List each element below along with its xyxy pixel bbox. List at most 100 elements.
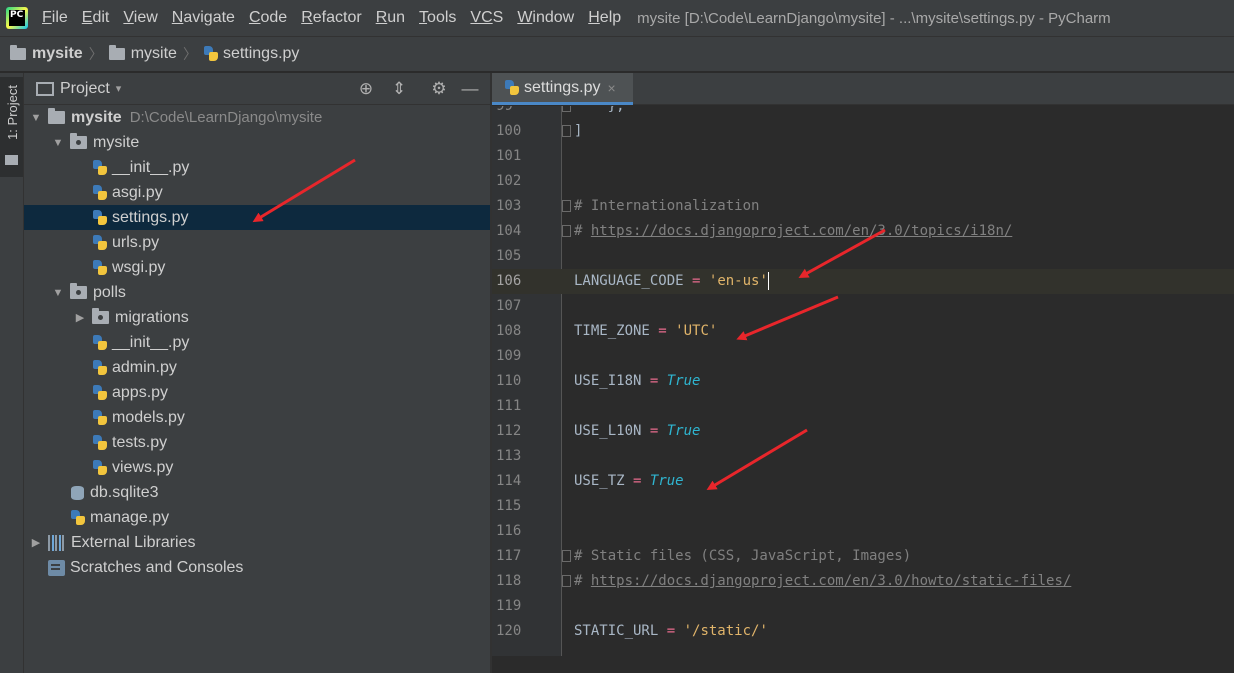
tree-item-label: __init__.py [112,333,190,351]
code-text: USE_L10N = True [574,419,700,444]
python-file-icon [92,359,108,376]
tree-item-label: apps.py [112,383,169,401]
tree-item[interactable]: __init__.py [24,330,490,355]
tree-item[interactable]: tests.py [24,430,490,455]
chevron-down-icon[interactable]: ▾ [116,82,122,95]
locate-file-icon[interactable]: ⊕ [356,79,376,99]
menu-item[interactable]: Tools [413,9,464,27]
project-view-selector[interactable]: Project [60,80,110,98]
expand-arrow-icon[interactable]: ▼ [30,112,42,124]
fold-marker-icon[interactable] [562,125,571,137]
tree-item[interactable]: ▼ polls [24,280,490,305]
collapse-all-icon[interactable]: ⇕ [389,79,409,99]
tree-item[interactable]: urls.py [24,230,490,255]
folder-icon [10,45,26,60]
tree-item[interactable]: apps.py [24,380,490,405]
collapse-arrow-icon[interactable]: ▶ [30,536,42,549]
scrollbar-thumb[interactable] [564,659,1224,669]
code-token: True [666,373,701,389]
menu-item[interactable]: VCS [464,9,511,27]
code-line: 109 [492,344,1234,369]
tree-item[interactable]: settings.py [24,205,490,230]
breadcrumb-separator: 〉 [88,46,103,62]
expand-arrow-icon[interactable]: ▼ [52,287,64,299]
python-file-icon [92,409,108,426]
menu-item[interactable]: Code [243,9,295,27]
breadcrumb-project[interactable]: mysite [10,45,83,63]
menu-item[interactable]: Help [582,9,629,27]
code-token: USE_I18N [574,373,650,389]
fold-marker-icon[interactable] [562,106,571,112]
breadcrumb-file[interactable]: settings.py [203,45,299,63]
code-token[interactable]: https://docs.djangoproject.com/en/3.0/to… [591,223,1012,239]
tree-item[interactable]: ▶ External Libraries [24,530,490,555]
line-number: 101 [496,148,522,164]
code-text: # https://docs.djangoproject.com/en/3.0/… [574,219,1012,244]
menu-item[interactable]: File [36,9,76,27]
code-token: LANGUAGE_CODE [574,273,693,289]
python-file-icon [92,334,108,351]
code-token: 'UTC' [675,323,718,339]
editor: settings.py × 99 }, 100] 101 102 103 # Intern… [492,73,1234,673]
menu-item[interactable]: Navigate [166,9,243,27]
menu-item[interactable]: View [117,9,165,27]
menu-item[interactable]: Run [370,9,413,27]
code-token: 'en-us' [708,273,768,289]
python-file-icon [504,79,520,96]
tree-item-label: views.py [112,458,174,476]
tree-item[interactable]: admin.py [24,355,490,380]
tree-item[interactable]: views.py [24,455,490,480]
expand-arrow-icon[interactable]: ▼ [52,137,64,149]
code-line: 107 [492,294,1234,319]
text-caret [767,272,769,290]
tree-item[interactable]: manage.py [24,505,490,530]
code-text: LANGUAGE_CODE = 'en-us' [574,269,769,294]
line-number: 100 [496,123,522,139]
database-file-icon [70,485,86,501]
code-token[interactable]: https://docs.djangoproject.com/en/3.0/ho… [591,573,1071,589]
line-number: 112 [496,423,522,439]
tree-item[interactable]: db.sqlite3 [24,480,490,505]
code-line: 101 [492,144,1234,169]
fold-marker-icon[interactable] [562,200,571,212]
code-token: = [666,623,676,639]
scratches-icon [48,559,65,576]
tab-settings-py[interactable]: settings.py × [492,73,633,105]
fold-marker-icon[interactable] [562,575,571,587]
breadcrumb-package[interactable]: mysite [108,45,177,63]
fold-marker-icon[interactable] [562,225,571,237]
line-number: 104 [496,223,522,239]
tree-item[interactable]: models.py [24,405,490,430]
tree-item[interactable]: Scratches and Consoles [24,555,490,580]
tree-item[interactable]: asgi.py [24,180,490,205]
folder-icon [48,108,65,124]
fold-marker-icon[interactable] [562,550,571,562]
tree-item[interactable]: wsgi.py [24,255,490,280]
package-folder-icon [92,308,109,324]
tree-item-label: urls.py [112,233,160,251]
collapse-arrow-icon[interactable]: ▶ [74,311,86,324]
menu-item[interactable]: Refactor [295,9,369,27]
menu-item[interactable]: Edit [76,9,118,27]
project-view-icon [36,81,54,96]
tree-item-label: mysite [71,108,122,126]
tree-item[interactable]: ▶ migrations [24,305,490,330]
code-text: # Static files (CSS, JavaScript, Images) [574,544,911,569]
menu-item[interactable]: Window [511,9,582,27]
gear-icon[interactable]: ⚙ [429,79,449,99]
line-number: 103 [496,198,522,214]
code-line: 115 [492,494,1234,519]
code-text: STATIC_URL = '/static/' [574,619,768,644]
tree-item[interactable]: __init__.py [24,155,490,180]
tree-item[interactable]: ▼ mysite [24,130,490,155]
code-line: 110 USE_I18N = True [492,369,1234,394]
project-tool-tab[interactable]: 1: Project [0,77,23,177]
tree-item[interactable]: ▼ mysite D:\Code\LearnDjango\mysite [24,105,490,130]
close-icon[interactable]: × [607,80,615,96]
hide-panel-icon[interactable]: — [460,79,480,99]
tree-item-label: mysite [93,133,140,151]
horizontal-scrollbar[interactable] [492,656,1234,673]
code-editor[interactable]: 99 }, 100] 101 102 103 # Internationalization… [492,106,1234,656]
